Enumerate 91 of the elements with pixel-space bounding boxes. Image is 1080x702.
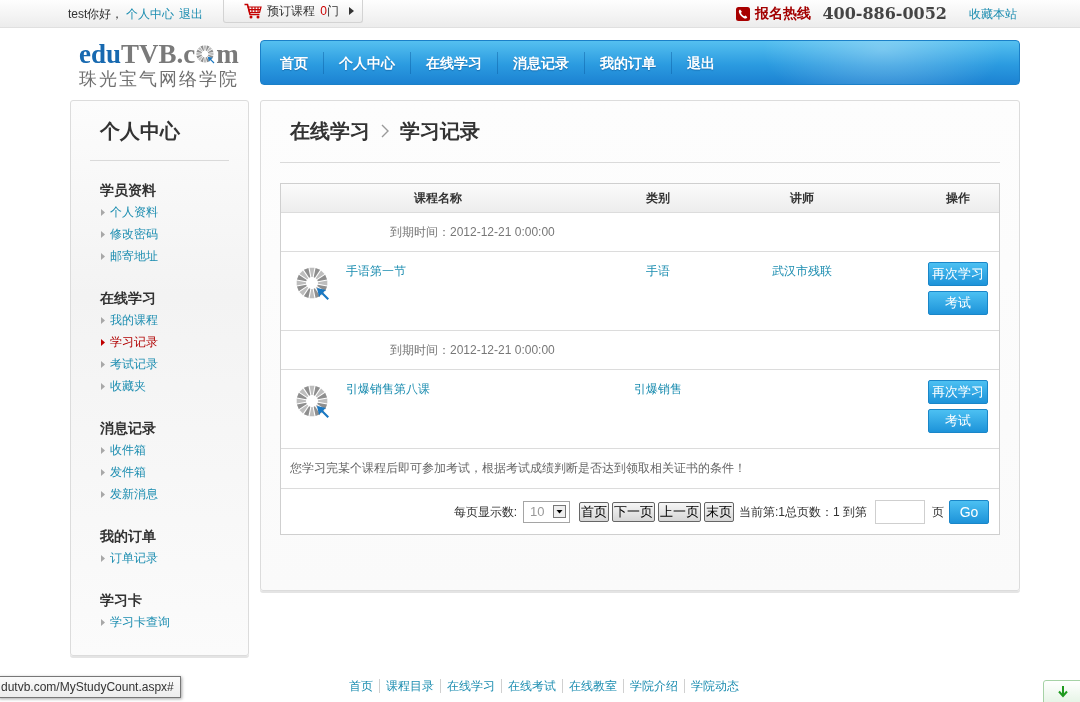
breadcrumb-text: 学习记录 bbox=[400, 119, 480, 143]
sidebar-link[interactable]: 收件箱 bbox=[90, 439, 146, 461]
course-link[interactable]: 引爆销售第八课 bbox=[346, 380, 430, 419]
chevron-icon bbox=[381, 124, 389, 138]
page-button[interactable]: 首页 bbox=[579, 501, 609, 522]
footer-link[interactable]: 在线考试 bbox=[501, 679, 562, 693]
page-button[interactable]: 末页 bbox=[704, 501, 734, 522]
footer-link[interactable]: 学院介绍 bbox=[623, 679, 684, 693]
nav-link[interactable]: 首页 bbox=[265, 51, 323, 74]
greeting-text: test你好， bbox=[68, 5, 124, 23]
footer-link[interactable]: 在线学习 bbox=[440, 679, 501, 693]
course-link[interactable]: 手语第一节 bbox=[346, 262, 406, 301]
triangle-icon bbox=[101, 230, 105, 238]
column-header: 课程名称 bbox=[412, 190, 463, 207]
page-button[interactable]: 下一页 bbox=[612, 501, 655, 522]
sidebar-link[interactable]: 订单记录 bbox=[90, 547, 158, 569]
sidebar-link[interactable]: 发新消息 bbox=[90, 483, 158, 505]
triangle-icon bbox=[101, 618, 105, 626]
category-link[interactable]: 手语 bbox=[646, 264, 670, 278]
bookmark-link[interactable]: 收藏本站 bbox=[969, 4, 1017, 23]
expiry-text: 到期时间：2012-12-21 0:00:00 bbox=[390, 342, 555, 359]
sidebar-link[interactable]: 学习卡查询 bbox=[90, 611, 170, 633]
hotline-label: 报名热线 bbox=[755, 4, 812, 23]
study-again-button[interactable]: 再次学习 bbox=[928, 380, 988, 404]
exam-button[interactable]: 考试 bbox=[928, 409, 988, 433]
hotline-number: 400-886-0052 bbox=[822, 2, 947, 25]
top-link[interactable]: 个人中心 bbox=[126, 6, 175, 21]
scroll-button[interactable] bbox=[1043, 680, 1080, 702]
triangle-icon bbox=[101, 316, 105, 324]
phone-icon bbox=[736, 6, 751, 21]
triangle-icon bbox=[101, 338, 105, 346]
sidebar-link[interactable]: 修改密码 bbox=[90, 223, 158, 245]
logo-text: eduTVB.c bbox=[79, 41, 196, 67]
caret-icon bbox=[349, 7, 355, 15]
page-size-select[interactable]: 10 bbox=[523, 500, 570, 523]
column-header: 类别 bbox=[645, 190, 671, 207]
section-heading: 我的订单 bbox=[99, 527, 157, 546]
page-unit-text: 页 bbox=[932, 503, 944, 521]
spinner-icon bbox=[296, 385, 330, 419]
spinner-icon bbox=[296, 267, 330, 301]
nav-link[interactable]: 消息记录 bbox=[497, 51, 584, 74]
sidebar-link[interactable]: 个人资料 bbox=[90, 201, 158, 223]
section-heading: 学员资料 bbox=[99, 181, 157, 200]
go-button[interactable]: Go bbox=[949, 499, 989, 524]
triangle-icon bbox=[101, 382, 105, 390]
sidebar-link[interactable]: 发件箱 bbox=[90, 461, 146, 483]
notice-text: 您学习完某个课程后即可参加考试，根据考试成绩判断是否达到领取相关证书的条件！ bbox=[290, 460, 746, 476]
sidebar-link[interactable]: 学习记录 bbox=[90, 331, 158, 353]
nav-link[interactable]: 退出 bbox=[671, 51, 730, 74]
triangle-icon bbox=[101, 490, 105, 498]
sidebar-link[interactable]: 我的课程 bbox=[90, 309, 158, 331]
cart-icon bbox=[244, 3, 263, 19]
column-header: 操作 bbox=[945, 190, 971, 207]
footer-link[interactable]: 课程目录 bbox=[379, 679, 440, 693]
expiry-text: 到期时间：2012-12-21 0:00:00 bbox=[390, 224, 555, 241]
sidebar-link[interactable]: 考试记录 bbox=[90, 353, 158, 375]
logo-subtitle: 珠光宝气网络学院 bbox=[79, 69, 240, 89]
section-heading: 学习卡 bbox=[99, 591, 143, 610]
sidebar-link[interactable]: 收藏夹 bbox=[90, 375, 146, 397]
footer-link[interactable]: 在线教室 bbox=[562, 679, 623, 693]
category-link[interactable]: 引爆销售 bbox=[634, 382, 682, 396]
section-heading: 在线学习 bbox=[99, 289, 157, 308]
triangle-icon bbox=[101, 252, 105, 260]
nav-link[interactable]: 在线学习 bbox=[410, 51, 497, 74]
down-arrow-icon bbox=[1057, 686, 1068, 698]
sidebar-title: 个人中心 bbox=[99, 119, 181, 143]
cart-button[interactable]: 预订课程 0门 bbox=[223, 0, 364, 23]
status-url-tooltip: dutvb.com/MyStudyCount.aspx# bbox=[0, 676, 181, 698]
sidebar-link[interactable]: 邮寄地址 bbox=[90, 245, 158, 267]
footer-link[interactable]: 学院动态 bbox=[684, 679, 745, 693]
logo-text: m bbox=[216, 41, 239, 67]
triangle-icon bbox=[101, 554, 105, 562]
top-link[interactable]: 退出 bbox=[179, 6, 204, 21]
nav-link[interactable]: 我的订单 bbox=[584, 51, 671, 74]
triangle-icon bbox=[101, 446, 105, 454]
page-info-text: 当前第:1总页数：1 到第 bbox=[739, 503, 867, 521]
page-number-field[interactable] bbox=[875, 499, 925, 524]
section-heading: 消息记录 bbox=[99, 419, 157, 438]
exam-button[interactable]: 考试 bbox=[928, 291, 988, 315]
study-again-button[interactable]: 再次学习 bbox=[928, 262, 988, 286]
nav-link[interactable]: 个人中心 bbox=[323, 51, 410, 74]
triangle-icon bbox=[101, 208, 105, 216]
column-header: 讲师 bbox=[789, 190, 815, 207]
teacher-link[interactable]: 武汉市残联 bbox=[772, 264, 832, 278]
triangle-icon bbox=[101, 360, 105, 368]
breadcrumb-text: 在线学习 bbox=[290, 119, 370, 143]
triangle-icon bbox=[101, 468, 105, 476]
footer-link[interactable]: 首页 bbox=[343, 679, 379, 693]
page-button[interactable]: 上一页 bbox=[658, 501, 701, 522]
logo-ring-icon bbox=[196, 44, 216, 64]
page-size-label: 每页显示数: bbox=[453, 503, 517, 521]
